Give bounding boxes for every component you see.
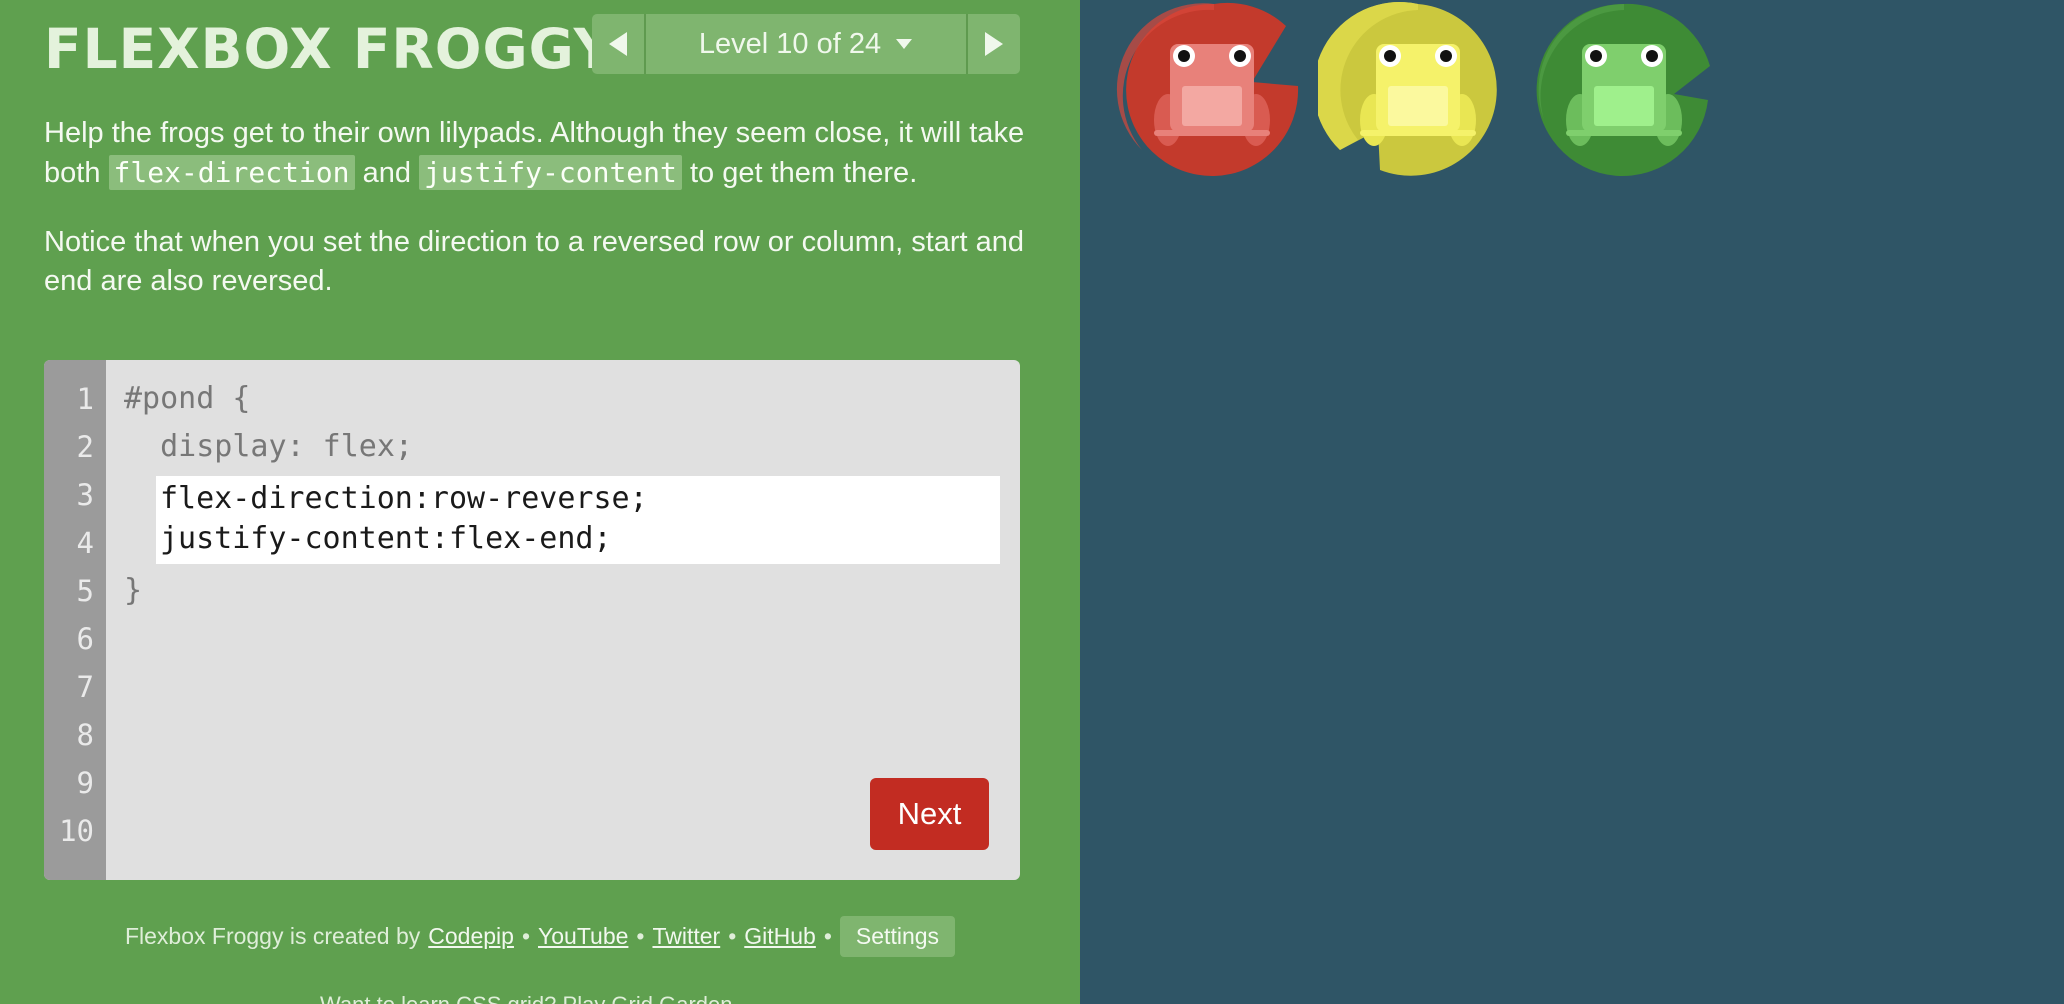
css-code-input[interactable] [156, 476, 1000, 564]
twitter-link[interactable]: Twitter [652, 923, 720, 950]
green-lilypad-with-frog [1536, 3, 1710, 176]
line-number: 3 [76, 478, 94, 512]
line-number: 1 [76, 382, 94, 416]
instructions-paragraph-1: Help the frogs get to their own lilypads… [44, 114, 1034, 193]
level-label: Level 10 of 24 [698, 27, 882, 60]
line-number-gutter: 1 2 3 4 5 6 7 8 9 10 [44, 360, 106, 880]
line-number: 4 [76, 526, 94, 560]
youtube-link[interactable]: YouTube [538, 923, 628, 950]
line-number: 2 [76, 430, 94, 464]
code-line-closing: } [124, 573, 143, 608]
github-link[interactable]: GitHub [744, 923, 816, 950]
line-number: 9 [76, 766, 94, 800]
footer-separator: • [521, 923, 531, 949]
footer-separator: • [823, 923, 832, 949]
footer: Flexbox Froggy is created by Codepip • Y… [0, 916, 1080, 957]
line-number: 8 [76, 718, 94, 752]
next-level-button[interactable] [966, 14, 1020, 74]
line-number: 5 [76, 574, 94, 608]
red-frog [1154, 44, 1270, 146]
next-button[interactable]: Next [870, 778, 989, 850]
triangle-left-icon [609, 32, 627, 56]
instructions-paragraph-2: Notice that when you set the direction t… [44, 226, 1025, 297]
line-number: 7 [76, 670, 94, 704]
footer-separator: • [636, 923, 645, 949]
red-lilypad-with-frog [1116, 2, 1299, 176]
line-number: 6 [76, 622, 94, 656]
level-navigation: Level 10 of 24 [592, 14, 1020, 74]
yellow-lilypad-with-frog [1318, 2, 1497, 176]
footer-credit: Flexbox Froggy is created by [124, 923, 421, 949]
triangle-right-icon [985, 32, 1003, 56]
code-line-2: display: flex; [124, 429, 413, 464]
code-line-1: #pond { [124, 381, 251, 416]
caret-down-icon [896, 39, 913, 49]
instructions: Help the frogs get to their own lilypads… [44, 114, 1034, 331]
level-dropdown[interactable]: Level 10 of 24 [646, 14, 966, 74]
code-keyword-flex-direction: flex-direction [108, 155, 355, 190]
line-number: 10 [59, 814, 94, 848]
instructions-text: to get them there. [681, 157, 918, 189]
sidebar: FLEXBOX FROGGY Level 10 of 24 Help the f… [0, 0, 1080, 1004]
green-frog [1566, 44, 1682, 146]
footer-separator: • [728, 923, 737, 949]
instructions-text: and [354, 157, 420, 189]
app-title: FLEXBOX FROGGY [44, 17, 615, 81]
previous-level-button[interactable] [592, 14, 646, 74]
pond [1080, 0, 2064, 1004]
settings-button[interactable]: Settings [839, 916, 956, 957]
yellow-frog [1360, 44, 1476, 146]
footer-grid-garden-line: Want to learn CSS grid? Play Grid Garden [320, 992, 732, 1004]
codepip-link[interactable]: Codepip [428, 923, 514, 950]
code-keyword-justify-content: justify-content [419, 155, 682, 190]
